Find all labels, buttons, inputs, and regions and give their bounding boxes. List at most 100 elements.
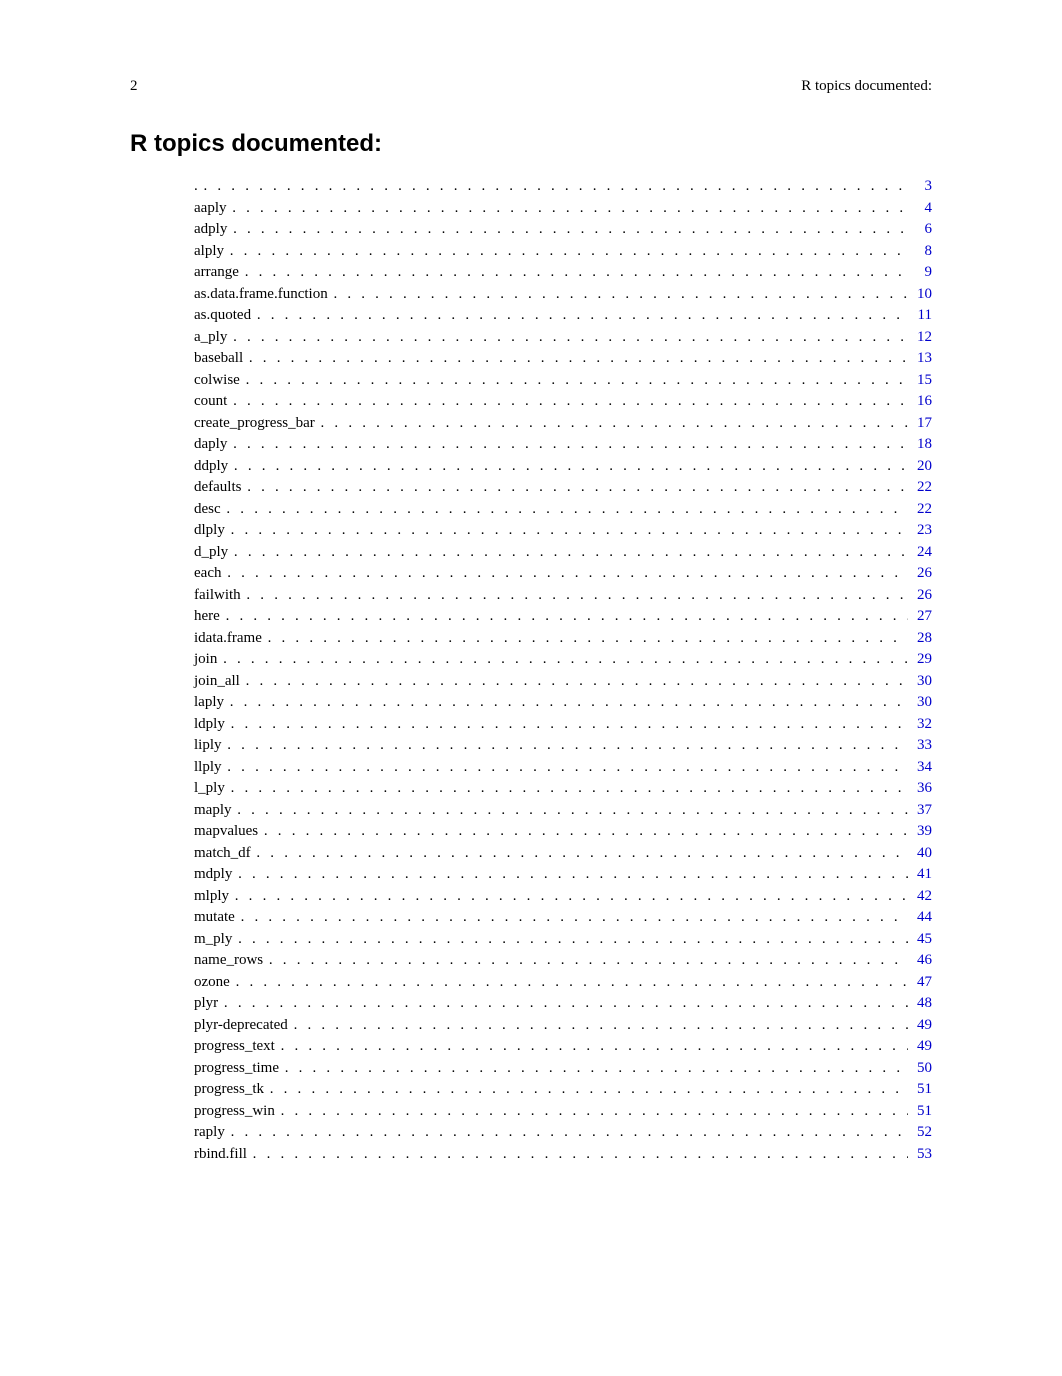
toc-entry-page[interactable]: 16 [908, 391, 932, 413]
toc-entry-label[interactable]: count [130, 391, 231, 413]
toc-entry-page[interactable]: 3 [908, 176, 932, 198]
toc-entry-page[interactable]: 48 [908, 993, 932, 1015]
toc-entry-page[interactable]: 11 [908, 305, 932, 327]
toc-dot-leader: . . . . . . . . . . . . . . . . . . . . … [228, 241, 908, 263]
toc-entry-page[interactable]: 20 [908, 456, 932, 478]
toc-entry-label[interactable]: plyr [130, 993, 222, 1015]
toc-entry-label[interactable]: mlply [130, 886, 233, 908]
toc-entry-page[interactable]: 32 [908, 714, 932, 736]
toc-entry-label[interactable]: create_progress_bar [130, 413, 319, 435]
toc-entry-page[interactable]: 44 [908, 907, 932, 929]
toc-dot-leader: . . . . . . . . . . . . . . . . . . . . … [229, 778, 908, 800]
toc-entry-page[interactable]: 10 [908, 284, 932, 306]
toc-entry: baseball . . . . . . . . . . . . . . . .… [130, 348, 932, 370]
toc-entry-page[interactable]: 26 [908, 563, 932, 585]
toc-entry-page[interactable]: 6 [908, 219, 932, 241]
toc-entry-page[interactable]: 50 [908, 1058, 932, 1080]
toc-entry-label[interactable]: desc [130, 499, 224, 521]
toc-entry-label[interactable]: . [130, 176, 202, 198]
toc-entry-label[interactable]: l_ply [130, 778, 229, 800]
toc-entry-label[interactable]: llply [130, 757, 225, 779]
toc-entry-page[interactable]: 17 [908, 413, 932, 435]
toc-entry-label[interactable]: match_df [130, 843, 254, 865]
toc-entry-page[interactable]: 26 [908, 585, 932, 607]
toc-entry-page[interactable]: 45 [908, 929, 932, 951]
toc-entry-label[interactable]: ldply [130, 714, 229, 736]
toc-entry-label[interactable]: colwise [130, 370, 244, 392]
toc-entry-page[interactable]: 23 [908, 520, 932, 542]
toc-entry-page[interactable]: 12 [908, 327, 932, 349]
toc-entry-label[interactable]: idata.frame [130, 628, 266, 650]
toc-entry-page[interactable]: 24 [908, 542, 932, 564]
toc-entry-label[interactable]: progress_win [130, 1101, 279, 1123]
toc-entry-page[interactable]: 15 [908, 370, 932, 392]
toc-entry-label[interactable]: mapvalues [130, 821, 262, 843]
toc-entry-label[interactable]: aaply [130, 198, 230, 220]
toc-entry-label[interactable]: rbind.fill [130, 1144, 251, 1166]
toc-entry-page[interactable]: 46 [908, 950, 932, 972]
toc-entry-label[interactable]: raply [130, 1122, 229, 1144]
toc-entry-page[interactable]: 40 [908, 843, 932, 865]
toc-entry-page[interactable]: 30 [908, 692, 932, 714]
toc-entry-label[interactable]: dlply [130, 520, 229, 542]
toc-entry-page[interactable]: 29 [908, 649, 932, 671]
toc-entry-label[interactable]: m_ply [130, 929, 236, 951]
toc-entry-label[interactable]: alply [130, 241, 228, 263]
toc-entry-label[interactable]: d_ply [130, 542, 232, 564]
toc-entry-page[interactable]: 51 [908, 1101, 932, 1123]
toc-entry-label[interactable]: liply [130, 735, 225, 757]
toc-entry-page[interactable]: 42 [908, 886, 932, 908]
toc-entry-label[interactable]: as.data.frame.function [130, 284, 331, 306]
toc-entry-label[interactable]: each [130, 563, 225, 585]
toc-entry-page[interactable]: 28 [908, 628, 932, 650]
toc-entry-page[interactable]: 8 [908, 241, 932, 263]
toc-entry-page[interactable]: 18 [908, 434, 932, 456]
toc-entry-label[interactable]: as.quoted [130, 305, 255, 327]
toc-entry-page[interactable]: 37 [908, 800, 932, 822]
toc-entry-label[interactable]: here [130, 606, 224, 628]
toc-entry-label[interactable]: arrange [130, 262, 243, 284]
toc-entry-page[interactable]: 36 [908, 778, 932, 800]
toc-entry-page[interactable]: 13 [908, 348, 932, 370]
toc-entry-label[interactable]: progress_text [130, 1036, 279, 1058]
toc-entry-label[interactable]: progress_time [130, 1058, 283, 1080]
toc-entry-page[interactable]: 27 [908, 606, 932, 628]
toc-entry-page[interactable]: 39 [908, 821, 932, 843]
toc-entry-page[interactable]: 4 [908, 198, 932, 220]
toc-entry-label[interactable]: ddply [130, 456, 232, 478]
toc-entry-label[interactable]: laply [130, 692, 228, 714]
toc-entry-label[interactable]: join_all [130, 671, 244, 693]
toc-entry-label[interactable]: failwith [130, 585, 244, 607]
toc-entry-label[interactable]: mutate [130, 907, 239, 929]
toc-entry-label[interactable]: daply [130, 434, 231, 456]
toc-entry: arrange . . . . . . . . . . . . . . . . … [130, 262, 932, 284]
toc-entry-page[interactable]: 34 [908, 757, 932, 779]
toc-entry-label[interactable]: baseball [130, 348, 247, 370]
toc-entry-page[interactable]: 49 [908, 1036, 932, 1058]
toc-entry-label[interactable]: ozone [130, 972, 234, 994]
toc-entry-label[interactable]: a_ply [130, 327, 231, 349]
toc-dot-leader: . . . . . . . . . . . . . . . . . . . . … [230, 198, 908, 220]
toc-entry-label[interactable]: maply [130, 800, 235, 822]
toc-entry-page[interactable]: 22 [908, 477, 932, 499]
toc-entry-page[interactable]: 53 [908, 1144, 932, 1166]
toc-entry: join_all . . . . . . . . . . . . . . . .… [130, 671, 932, 693]
toc-entry-page[interactable]: 49 [908, 1015, 932, 1037]
toc-entry: count . . . . . . . . . . . . . . . . . … [130, 391, 932, 413]
toc-entry-page[interactable]: 41 [908, 864, 932, 886]
toc-entry-label[interactable]: adply [130, 219, 231, 241]
toc-entry-page[interactable]: 47 [908, 972, 932, 994]
toc-entry-label[interactable]: plyr-deprecated [130, 1015, 292, 1037]
toc-entry-page[interactable]: 33 [908, 735, 932, 757]
toc-entry-label[interactable]: name_rows [130, 950, 267, 972]
toc-entry-label[interactable]: progress_tk [130, 1079, 268, 1101]
toc-entry-label[interactable]: defaults [130, 477, 245, 499]
toc-entry: d_ply . . . . . . . . . . . . . . . . . … [130, 542, 932, 564]
toc-entry-page[interactable]: 52 [908, 1122, 932, 1144]
toc-entry-page[interactable]: 30 [908, 671, 932, 693]
toc-entry-page[interactable]: 51 [908, 1079, 932, 1101]
toc-entry-label[interactable]: mdply [130, 864, 236, 886]
toc-entry-page[interactable]: 9 [908, 262, 932, 284]
toc-entry-page[interactable]: 22 [908, 499, 932, 521]
toc-entry-label[interactable]: join [130, 649, 221, 671]
